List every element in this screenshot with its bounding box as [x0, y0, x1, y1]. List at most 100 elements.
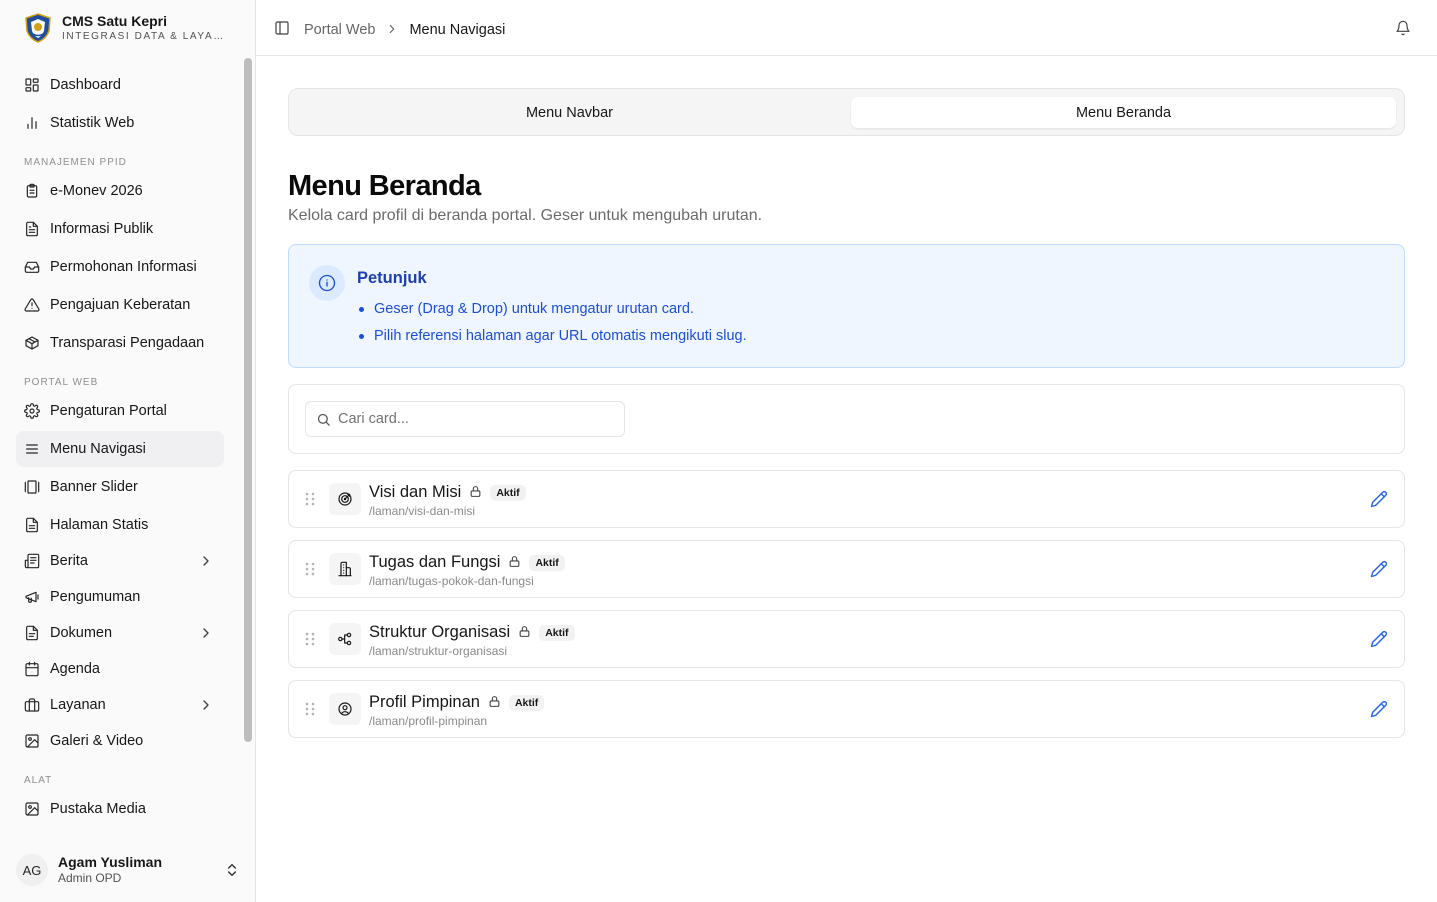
search-input[interactable]: [338, 402, 618, 436]
newspaper-icon: [24, 553, 40, 569]
inbox-icon: [24, 259, 40, 275]
sidebar-item-label: Transparasi Pengadaan: [50, 335, 205, 351]
megaphone-icon: [24, 589, 40, 605]
sidebar-item-pengumuman[interactable]: Pengumuman: [16, 579, 224, 615]
sidebar-item-label: Pengajuan Keberatan: [50, 297, 191, 313]
breadcrumb: Portal Web Menu Navigasi: [304, 19, 505, 40]
bell-icon[interactable]: [1395, 20, 1411, 36]
search-card: [288, 384, 1405, 454]
card-slug: /laman/visi-dan-misi: [369, 504, 476, 518]
sidebar-item-label: Pustaka Media: [50, 801, 146, 817]
drag-handle-icon[interactable]: [305, 702, 315, 716]
dashboard-icon: [24, 77, 40, 93]
card-slug: /laman/struktur-organisasi: [369, 644, 508, 658]
alert-triangle-icon: [24, 297, 40, 313]
card-title: Profil Pimpinan: [369, 693, 480, 711]
sidebar-item-label: Agenda: [50, 661, 100, 677]
sidebar-item-label: Pengaturan Portal: [50, 403, 167, 419]
sidebar-toggle-icon[interactable]: [274, 20, 290, 36]
sidebar-item-transparasi-pengadaan[interactable]: Transparasi Pengadaan: [16, 325, 224, 361]
info-icon: [309, 265, 345, 301]
pencil-icon[interactable]: [1370, 560, 1388, 578]
status-badge: Aktif: [529, 554, 565, 571]
package-icon: [24, 335, 40, 351]
sidebar: CMS Satu Kepri INTEGRASI DATA & LAYANAN …: [0, 0, 256, 902]
sidebar-item-berita[interactable]: Berita: [16, 543, 224, 579]
status-badge: Aktif: [508, 694, 545, 711]
org-chart-icon: [329, 623, 361, 655]
pencil-icon[interactable]: [1370, 630, 1388, 648]
bar-chart-icon: [24, 115, 40, 131]
top-header: Portal Web Menu Navigasi: [256, 0, 1437, 56]
clipboard-icon: [24, 183, 40, 199]
breadcrumb-current: Menu Navigasi: [409, 21, 506, 38]
sidebar-item-dashboard[interactable]: Dashboard: [16, 67, 224, 103]
pencil-icon[interactable]: [1370, 700, 1388, 718]
sidebar-nav: Dashboard Statistik Web MANAJEMEN PPID e…: [0, 66, 240, 836]
brand-title: CMS Satu Kepri: [62, 13, 168, 29]
drag-handle-icon[interactable]: [305, 562, 315, 576]
sidebar-item-emonev[interactable]: e-Monev 2026: [16, 173, 224, 209]
drag-handle-icon[interactable]: [305, 492, 315, 506]
search-icon: [316, 412, 331, 427]
page-subtitle: Kelola card profil di beranda portal. Ge…: [288, 207, 763, 224]
chevron-right-icon: [198, 625, 214, 641]
calendar-icon: [24, 661, 40, 677]
lock-icon: [469, 482, 482, 503]
folder-icon: [24, 625, 40, 641]
sidebar-item-layanan[interactable]: Layanan: [16, 687, 224, 723]
card-title: Struktur Organisasi: [369, 623, 511, 641]
sidebar-section-portal: PORTAL WEB: [24, 377, 99, 388]
gear-icon: [24, 403, 40, 419]
menu-icon: [24, 441, 40, 457]
card-visi-dan-misi[interactable]: Visi dan Misi Aktif /laman/visi-dan-misi: [288, 470, 1405, 528]
sidebar-scrollbar[interactable]: [244, 58, 252, 742]
info-list-item: Geser (Drag & Drop) untuk mengatur uruta…: [357, 300, 747, 327]
card-struktur-organisasi[interactable]: Struktur Organisasi Aktif /laman/struktu…: [288, 610, 1405, 668]
sidebar-item-label: Berita: [50, 553, 88, 569]
file-icon: [24, 517, 40, 533]
sidebar-item-banner-slider[interactable]: Banner Slider: [16, 469, 224, 505]
sidebar-item-agenda[interactable]: Agenda: [16, 651, 224, 687]
sidebar-item-label: Halaman Statis: [50, 517, 149, 533]
target-icon: [329, 483, 361, 515]
sidebar-item-label: Banner Slider: [50, 479, 138, 495]
drag-handle-icon[interactable]: [305, 632, 315, 646]
sidebar-item-label: Dokumen: [50, 625, 113, 641]
page-title: Menu Beranda: [288, 170, 481, 202]
user-circle-icon: [329, 693, 361, 725]
briefcase-icon: [24, 697, 40, 713]
building-icon: [329, 553, 361, 585]
sidebar-item-pengajuan-keberatan[interactable]: Pengajuan Keberatan: [16, 287, 224, 323]
brand[interactable]: CMS Satu Kepri INTEGRASI DATA & LAYANAN: [24, 12, 232, 44]
sidebar-item-galeri-video[interactable]: Galeri & Video: [16, 723, 224, 759]
sidebar-item-menu-navigasi[interactable]: Menu Navigasi: [16, 431, 224, 467]
gallery-icon: [24, 479, 40, 495]
sidebar-item-dokumen[interactable]: Dokumen: [16, 615, 224, 651]
sidebar-item-pustaka-media[interactable]: Pustaka Media: [16, 791, 224, 827]
pencil-icon[interactable]: [1370, 490, 1388, 508]
info-list-item: Pilih referensi halaman agar URL otomati…: [357, 327, 747, 354]
card-tugas-dan-fungsi[interactable]: Tugas dan Fungsi Aktif /laman/tugas-poko…: [288, 540, 1405, 598]
sidebar-item-permohonan-informasi[interactable]: Permohonan Informasi: [16, 249, 224, 285]
info-list: Geser (Drag & Drop) untuk mengatur uruta…: [357, 300, 747, 354]
sidebar-item-label: Informasi Publik: [50, 221, 154, 237]
sidebar-item-pengaturan-portal[interactable]: Pengaturan Portal: [16, 393, 224, 429]
breadcrumb-parent[interactable]: Portal Web: [304, 22, 375, 38]
tab-menu-beranda[interactable]: Menu Beranda: [851, 97, 1396, 128]
chevron-right-icon: [198, 697, 214, 713]
user-name: Agam Yusliman: [58, 854, 163, 870]
tab-menu-navbar[interactable]: Menu Navbar: [297, 97, 842, 128]
lock-icon: [518, 622, 531, 643]
card-profil-pimpinan[interactable]: Profil Pimpinan Aktif /laman/profil-pimp…: [288, 680, 1405, 738]
sidebar-item-label: Pengumuman: [50, 589, 141, 605]
sidebar-item-label: Dashboard: [50, 77, 121, 93]
user-menu[interactable]: AG Agam Yusliman Admin OPD: [16, 850, 242, 890]
sidebar-item-informasi-publik[interactable]: Informasi Publik: [16, 211, 224, 247]
chevron-right-icon: [198, 553, 214, 569]
sidebar-item-statistik-web[interactable]: Statistik Web: [16, 105, 224, 141]
chevrons-up-down-icon: [224, 862, 240, 878]
image-icon: [24, 733, 40, 749]
sidebar-item-halaman-statis[interactable]: Halaman Statis: [16, 507, 224, 543]
kepri-logo-icon: [25, 13, 51, 43]
